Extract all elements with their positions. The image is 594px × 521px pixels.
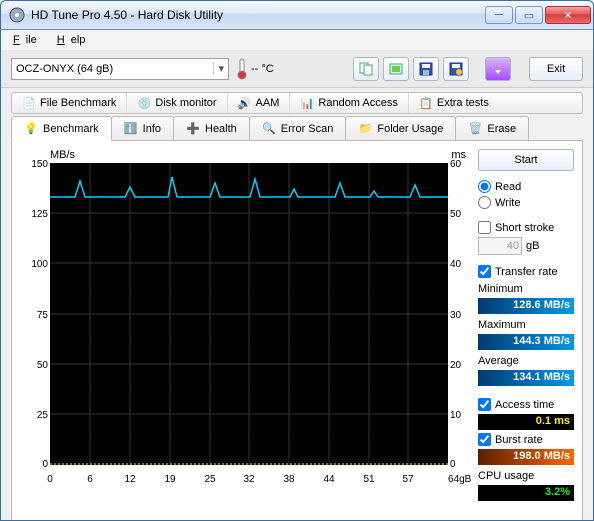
- side-panel: Start Read Write Short stroke gB Transfe…: [478, 149, 574, 515]
- health-icon: ➕: [186, 122, 200, 136]
- drive-select-text: OCZ-ONYX (64 gB): [16, 63, 113, 75]
- copy-info-button[interactable]: [353, 57, 379, 81]
- tab-folder-usage[interactable]: 📁Folder Usage: [345, 116, 456, 140]
- top-tab-row: 📄File Benchmark 💿Disk monitor 🔊AAM 📊Rand…: [11, 92, 583, 114]
- main-tab-row: 💡Benchmark ℹ️Info ➕Health 🔍Error Scan 📁F…: [11, 116, 583, 140]
- tab-disk-monitor[interactable]: 💿Disk monitor: [127, 93, 227, 113]
- read-radio[interactable]: Read: [478, 180, 574, 193]
- app-icon: [9, 7, 25, 23]
- maximize-button[interactable]: ▭: [515, 6, 543, 24]
- burst-rate-value: 198.0 MB/s: [478, 449, 574, 465]
- start-button[interactable]: Start: [478, 149, 574, 171]
- benchmark-panel: MB/s ms: [11, 140, 583, 521]
- drive-select[interactable]: OCZ-ONYX (64 gB) ▾: [11, 58, 229, 80]
- tab-info[interactable]: ℹ️Info: [111, 116, 174, 140]
- access-time-check[interactable]: Access time: [478, 398, 574, 411]
- benchmark-chart: 150 125 100 75 50 25 0 60 50 40 30 20 10…: [20, 163, 470, 485]
- random-icon: 📊: [300, 96, 314, 110]
- file-icon: 📄: [22, 96, 36, 110]
- list-icon: 📋: [419, 96, 433, 110]
- minimum-value: 128.6 MB/s: [478, 298, 574, 314]
- temperature-display: -- °C: [237, 58, 274, 80]
- short-stroke-check[interactable]: Short stroke: [478, 221, 574, 234]
- options-save-button[interactable]: [443, 57, 469, 81]
- tab-erase[interactable]: 🗑️Erase: [455, 116, 529, 140]
- tab-health[interactable]: ➕Health: [173, 116, 250, 140]
- burst-rate-check[interactable]: Burst rate: [478, 433, 574, 446]
- info-icon: ℹ️: [124, 122, 138, 136]
- tab-error-scan[interactable]: 🔍Error Scan: [249, 116, 347, 140]
- y-left-unit: MB/s: [50, 149, 75, 161]
- transfer-rate-check[interactable]: Transfer rate: [478, 265, 574, 278]
- trash-icon: 🗑️: [468, 122, 482, 136]
- menubar: File Help: [1, 30, 593, 50]
- minimize-button[interactable]: ─: [485, 6, 513, 24]
- temperature-value: -- °C: [251, 63, 274, 75]
- close-button[interactable]: ✕: [545, 6, 591, 24]
- exit-button[interactable]: Exit: [529, 57, 583, 81]
- cpu-usage-value: 3.2%: [478, 485, 574, 501]
- tab-extra-tests[interactable]: 📋Extra tests: [409, 93, 499, 113]
- toolbar: OCZ-ONYX (64 gB) ▾ -- °C Exit: [1, 50, 593, 88]
- folder-icon: 📁: [358, 122, 372, 136]
- bulb-icon: 💡: [24, 122, 38, 136]
- tab-file-benchmark[interactable]: 📄File Benchmark: [12, 93, 127, 113]
- short-stroke-value: [478, 237, 522, 255]
- app-window: HD Tune Pro 4.50 - Hard Disk Utility ─ ▭…: [0, 0, 594, 521]
- access-time-value: 0.1 ms: [478, 414, 574, 430]
- chevron-down-icon: ▾: [213, 62, 224, 75]
- write-radio[interactable]: Write: [478, 196, 574, 209]
- tab-aam[interactable]: 🔊AAM: [228, 93, 291, 113]
- download-button[interactable]: [485, 57, 511, 81]
- tab-random-access[interactable]: 📊Random Access: [290, 93, 408, 113]
- menu-help[interactable]: Help: [51, 32, 98, 48]
- speaker-icon: 🔊: [238, 96, 252, 110]
- titlebar[interactable]: HD Tune Pro 4.50 - Hard Disk Utility ─ ▭…: [1, 1, 593, 30]
- maximum-value: 144.3 MB/s: [478, 334, 574, 350]
- thermometer-icon: [237, 58, 247, 80]
- menu-file[interactable]: File: [7, 32, 49, 48]
- window-title: HD Tune Pro 4.50 - Hard Disk Utility: [31, 8, 485, 22]
- average-value: 134.1 MB/s: [478, 370, 574, 386]
- tab-benchmark[interactable]: 💡Benchmark: [11, 116, 112, 141]
- disk-icon: 💿: [137, 96, 151, 110]
- copy-screenshot-button[interactable]: [383, 57, 409, 81]
- save-button[interactable]: [413, 57, 439, 81]
- search-icon: 🔍: [262, 122, 276, 136]
